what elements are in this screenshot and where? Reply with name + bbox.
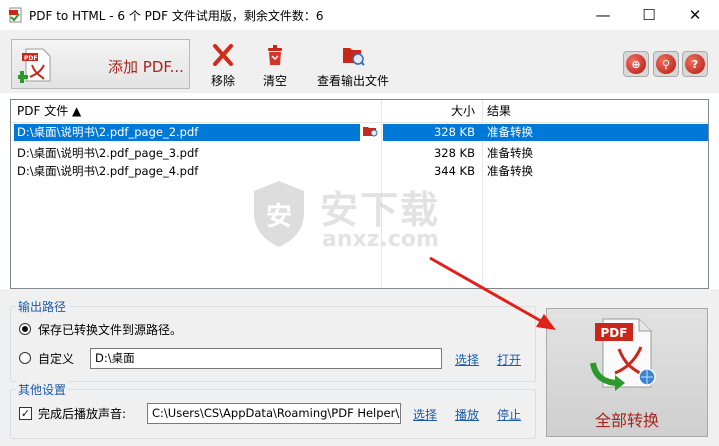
row-file-path: D:\桌面\说明书\2.pdf_page_2.pdf [17, 125, 199, 139]
sound-browse-link[interactable]: 选择 [413, 406, 437, 423]
column-header-size[interactable]: 大小 [451, 100, 475, 122]
radio-selected-dot [22, 326, 28, 332]
remove-button[interactable]: 移除 [204, 44, 242, 90]
globe-icon: ⊕ [626, 54, 646, 74]
tools-icon: ⚲ [656, 54, 676, 74]
play-sound-checkbox[interactable]: ✓ [19, 407, 32, 420]
help-icon: ? [685, 54, 705, 74]
column-header-file[interactable]: PDF 文件 ▲ [17, 100, 81, 122]
watermark-en: anxz.com [322, 227, 439, 252]
radio-save-to-source[interactable] [19, 323, 31, 335]
minimize-button[interactable]: — [580, 0, 626, 30]
close-button[interactable]: ✕ [672, 0, 718, 30]
view-output-label: 查看输出文件 [316, 74, 389, 88]
add-pdf-label: 添加 PDF... [108, 58, 184, 76]
row-file-path: D:\桌面\说明书\2.pdf_page_3.pdf [17, 146, 199, 160]
clear-button[interactable]: 清空 [255, 44, 295, 90]
app-icon [8, 7, 24, 23]
window-title: PDF to HTML - 6 个 PDF 文件试用版，剩余文件数：6 [29, 9, 324, 23]
row-result: 准备转换 [487, 164, 533, 178]
clear-label: 清空 [262, 74, 287, 88]
svg-text:PDF: PDF [24, 55, 37, 62]
add-pdf-icon: PDF [16, 47, 54, 83]
view-output-button[interactable]: 查看输出文件 [310, 44, 396, 90]
folder-search-icon [310, 44, 396, 69]
column-header-result[interactable]: 结果 [487, 100, 511, 122]
trash-icon [255, 44, 295, 69]
radio-save-to-source-label[interactable]: 保存已转换文件到源路径。 [38, 321, 182, 338]
row-file-size: 328 KB [433, 125, 475, 139]
watermark-shield-text: 安 [266, 202, 292, 232]
remove-x-icon [204, 44, 242, 69]
row-folder-icon[interactable] [362, 124, 380, 141]
output-browse-link[interactable]: 选择 [455, 351, 479, 368]
output-open-link[interactable]: 打开 [497, 351, 521, 368]
sound-play-link[interactable]: 播放 [455, 406, 479, 423]
other-settings-legend: 其他设置 [16, 381, 69, 398]
output-path-group [10, 306, 536, 382]
list-header: PDF 文件 ▲ 大小 结果 [11, 100, 708, 123]
convert-icon-badge: PDF [601, 326, 628, 340]
shield-icon: 安 [250, 179, 308, 249]
remove-label: 移除 [210, 74, 235, 88]
convert-all-button[interactable]: PDF 全部转换 [546, 308, 708, 437]
convert-pdf-icon: PDF [589, 315, 663, 391]
row-result: 准备转换 [487, 146, 533, 160]
table-row[interactable]: D:\桌面\说明书\2.pdf_page_2.pdf 328 KB 准备转换 [11, 124, 708, 141]
add-pdf-button[interactable]: PDF 添加 PDF... [11, 39, 190, 89]
row-file-size: 328 KB [433, 146, 475, 160]
row-file-path: D:\桌面\说明书\2.pdf_page_4.pdf [17, 164, 199, 178]
maximize-button[interactable]: ☐ [626, 0, 672, 30]
help-button[interactable]: ? [682, 51, 708, 77]
output-path-legend: 输出路径 [16, 298, 69, 315]
sound-path-input[interactable]: C:\Users\CS\AppData\Roaming\PDF Helper\P… [147, 403, 401, 424]
radio-custom-label[interactable]: 自定义 [38, 350, 74, 367]
globe-button[interactable]: ⊕ [623, 51, 649, 77]
sound-stop-link[interactable]: 停止 [497, 406, 521, 423]
row-result: 准备转换 [487, 125, 533, 139]
convert-all-label: 全部转换 [594, 411, 659, 430]
play-sound-label[interactable]: 完成后播放声音: [38, 405, 126, 422]
watermark-cn: 安下载 [320, 188, 441, 232]
tools-button[interactable]: ⚲ [653, 51, 679, 77]
radio-custom-path[interactable] [19, 352, 31, 364]
custom-path-input[interactable]: D:\桌面 [90, 348, 442, 369]
watermark: 安 安下载 anxz.com [240, 175, 470, 260]
table-row[interactable]: D:\桌面\说明书\2.pdf_page_3.pdf 328 KB 准备转换 [11, 145, 708, 162]
